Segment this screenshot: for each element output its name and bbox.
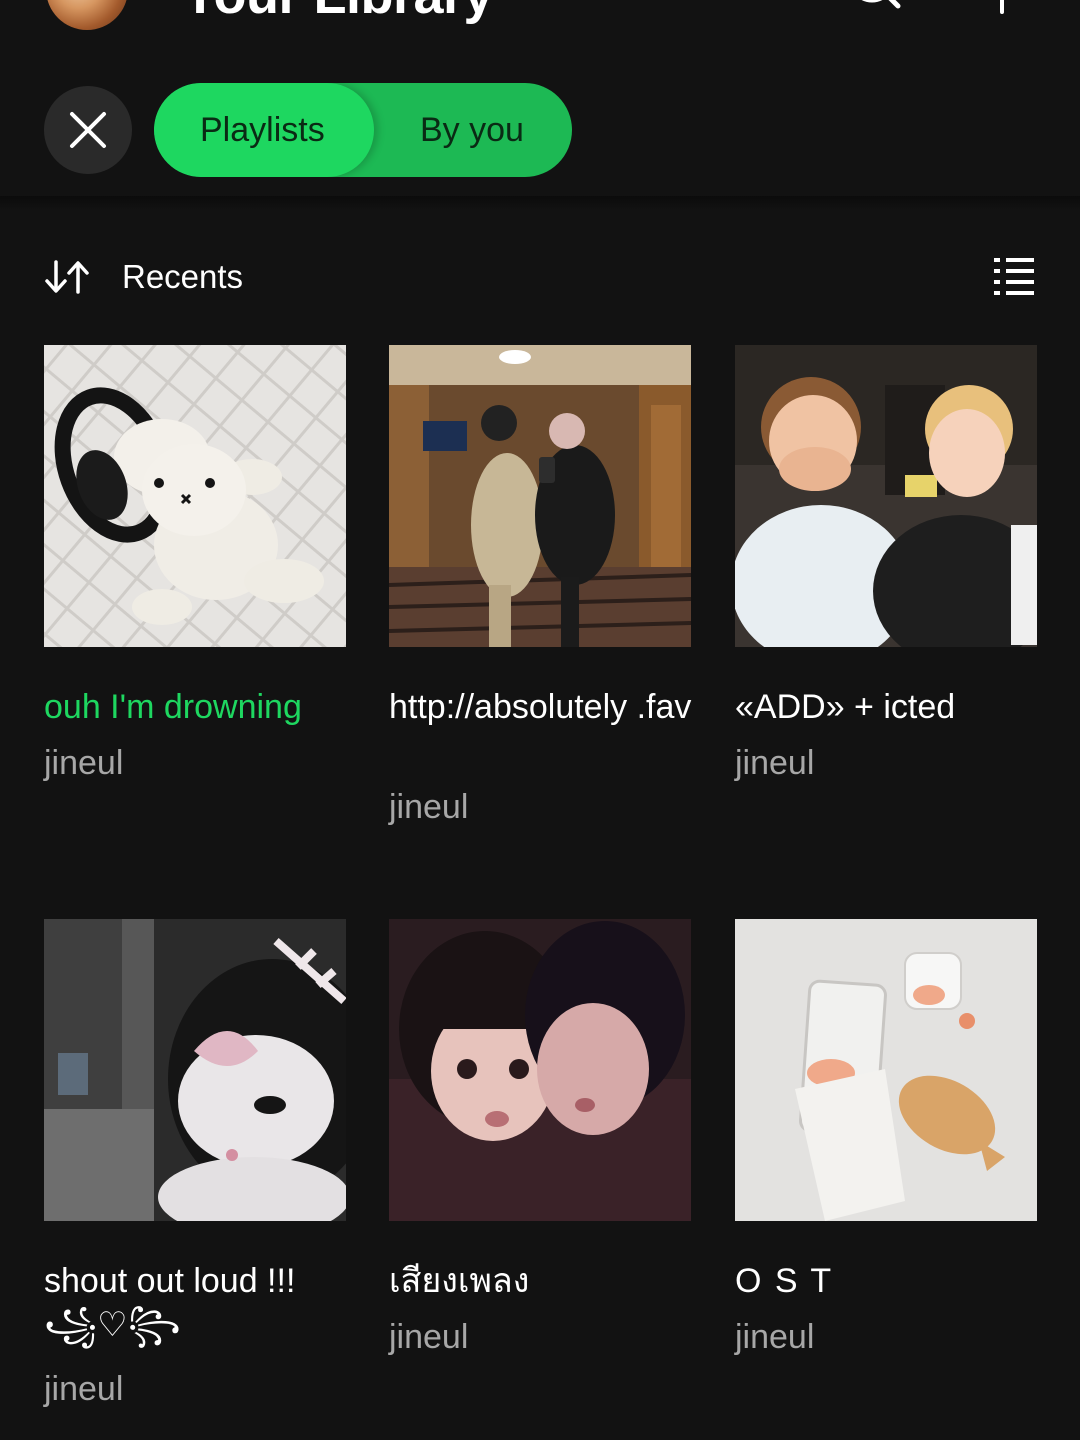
sort-arrows-icon[interactable] bbox=[44, 258, 90, 296]
playlist-cover-plush-bunny bbox=[44, 345, 346, 647]
playlist-owner: jineul bbox=[44, 744, 124, 782]
search-icon[interactable] bbox=[846, 0, 902, 16]
header-divider bbox=[0, 196, 1080, 210]
playlist-cover-two-friends bbox=[735, 345, 1037, 647]
playlist-owner: jineul bbox=[44, 1370, 124, 1408]
playlist-cover-hallway-mirror bbox=[389, 345, 691, 647]
filter-chip-playlists-label: Playlists bbox=[200, 111, 325, 149]
sort-label[interactable]: Recents bbox=[122, 256, 243, 298]
playlist-owner: jineul bbox=[735, 744, 815, 782]
playlist-cover-taiyaki-items bbox=[735, 919, 1037, 1221]
playlist-title: เสียงเพลง bbox=[389, 1262, 530, 1300]
playlist-title: «ADD» + icted bbox=[735, 688, 956, 726]
playlist-title: ouh I'm drowning bbox=[44, 688, 302, 726]
playlist-owner: jineul bbox=[735, 1318, 815, 1356]
clear-filters-button[interactable] bbox=[44, 86, 132, 174]
user-avatar[interactable] bbox=[46, 0, 128, 30]
page-title: Your Library bbox=[182, 0, 494, 26]
library-screen: Your Library Playlists By you Recents bbox=[0, 0, 1080, 1440]
playlist-owner: jineul bbox=[389, 1318, 469, 1356]
close-icon bbox=[70, 112, 106, 148]
library-header: Your Library Playlists By you bbox=[0, 0, 1080, 200]
filter-chip-by-you[interactable]: By you bbox=[420, 83, 524, 177]
playlist-title: O S T bbox=[735, 1262, 834, 1300]
filter-chip-group: Playlists By you bbox=[154, 83, 572, 177]
playlist-owner: jineul bbox=[389, 788, 469, 826]
playlist-cover-two-girls bbox=[389, 919, 691, 1221]
playlist-title: http://absolutely .fav bbox=[389, 688, 692, 726]
list-view-icon[interactable] bbox=[992, 256, 1036, 296]
playlist-title: shout out loud !!! ꧁♡꧂ bbox=[44, 1262, 296, 1344]
playlist-cover-kuromi-plush bbox=[44, 919, 346, 1221]
plus-icon[interactable] bbox=[986, 0, 1018, 16]
